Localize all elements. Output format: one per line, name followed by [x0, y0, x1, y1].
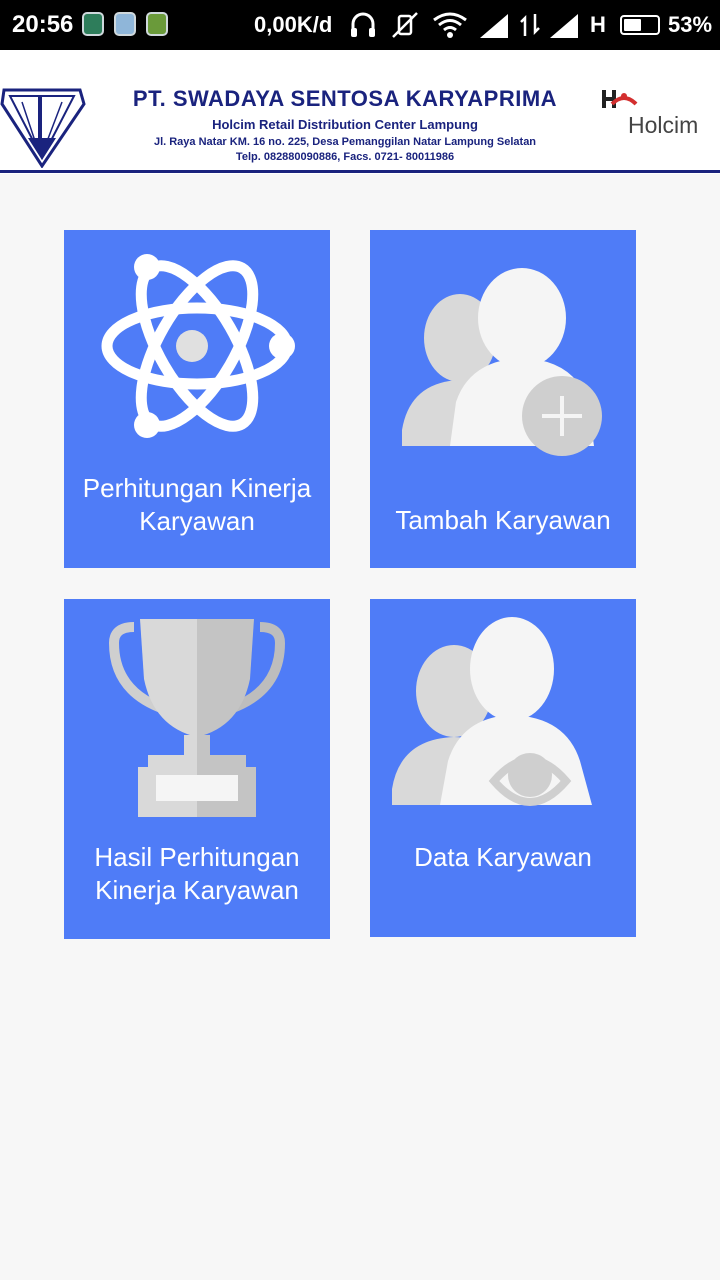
company-subtitle: Holcim Retail Distribution Center Lampun…: [212, 117, 478, 132]
wifi-icon: [433, 12, 467, 38]
menu-tile-label: Tambah Karyawan: [395, 505, 611, 535]
signal-bars-icon: [480, 14, 508, 38]
network-type: H: [590, 12, 606, 37]
view-users-icon: [392, 617, 592, 806]
headset-icon: [351, 12, 375, 37]
menu-tile-label: Hasil Perhitungan Kinerja Karyawan: [94, 842, 300, 905]
battery-icon: [620, 15, 660, 35]
trophy-icon: [108, 619, 286, 817]
menu-tile-perhitungan-kinerja[interactable]: Perhitungan Kinerja Karyawan: [64, 230, 330, 568]
menu-tile-label: Perhitungan Kinerja Karyawan: [82, 473, 312, 536]
company-phone: Telp. 082880090886, Facs. 0721- 80011986: [235, 151, 455, 163]
mute-vibrate-icon: [392, 12, 418, 38]
company-address: Jl. Raya Natar KM. 16 no. 225, Desa Pema…: [153, 136, 537, 148]
add-user-icon: [402, 268, 602, 456]
holcim-brand: Holcim: [628, 112, 699, 138]
network-speed: 0,00K/d: [254, 12, 333, 37]
signal-bars-2-icon: [550, 14, 578, 38]
notification-android-icon: [146, 12, 168, 36]
data-transfer-icon: [520, 14, 540, 36]
status-bar: 20:56 0,00K/d H 53%: [0, 0, 720, 50]
header-divider: [0, 170, 720, 173]
atom-icon: [101, 254, 295, 438]
company-logo-icon: [0, 88, 86, 168]
menu-tile-tambah-karyawan[interactable]: Tambah Karyawan: [370, 230, 636, 568]
battery-percent: 53%: [668, 12, 713, 37]
notification-app-icon: [114, 12, 136, 36]
notification-shield-icon: [82, 12, 104, 36]
status-time: 20:56: [12, 11, 74, 38]
company-name: PT. SWADAYA SENTOSA KARYAPRIMA: [132, 86, 558, 111]
menu-tile-label: Data Karyawan: [414, 842, 592, 872]
menu-tile-hasil-perhitungan[interactable]: Hasil Perhitungan Kinerja Karyawan: [64, 599, 330, 939]
company-header: PT. SWADAYA SENTOSA KARYAPRIMA Holcim Re…: [0, 50, 720, 174]
menu-tile-data-karyawan[interactable]: Data Karyawan: [370, 599, 636, 937]
